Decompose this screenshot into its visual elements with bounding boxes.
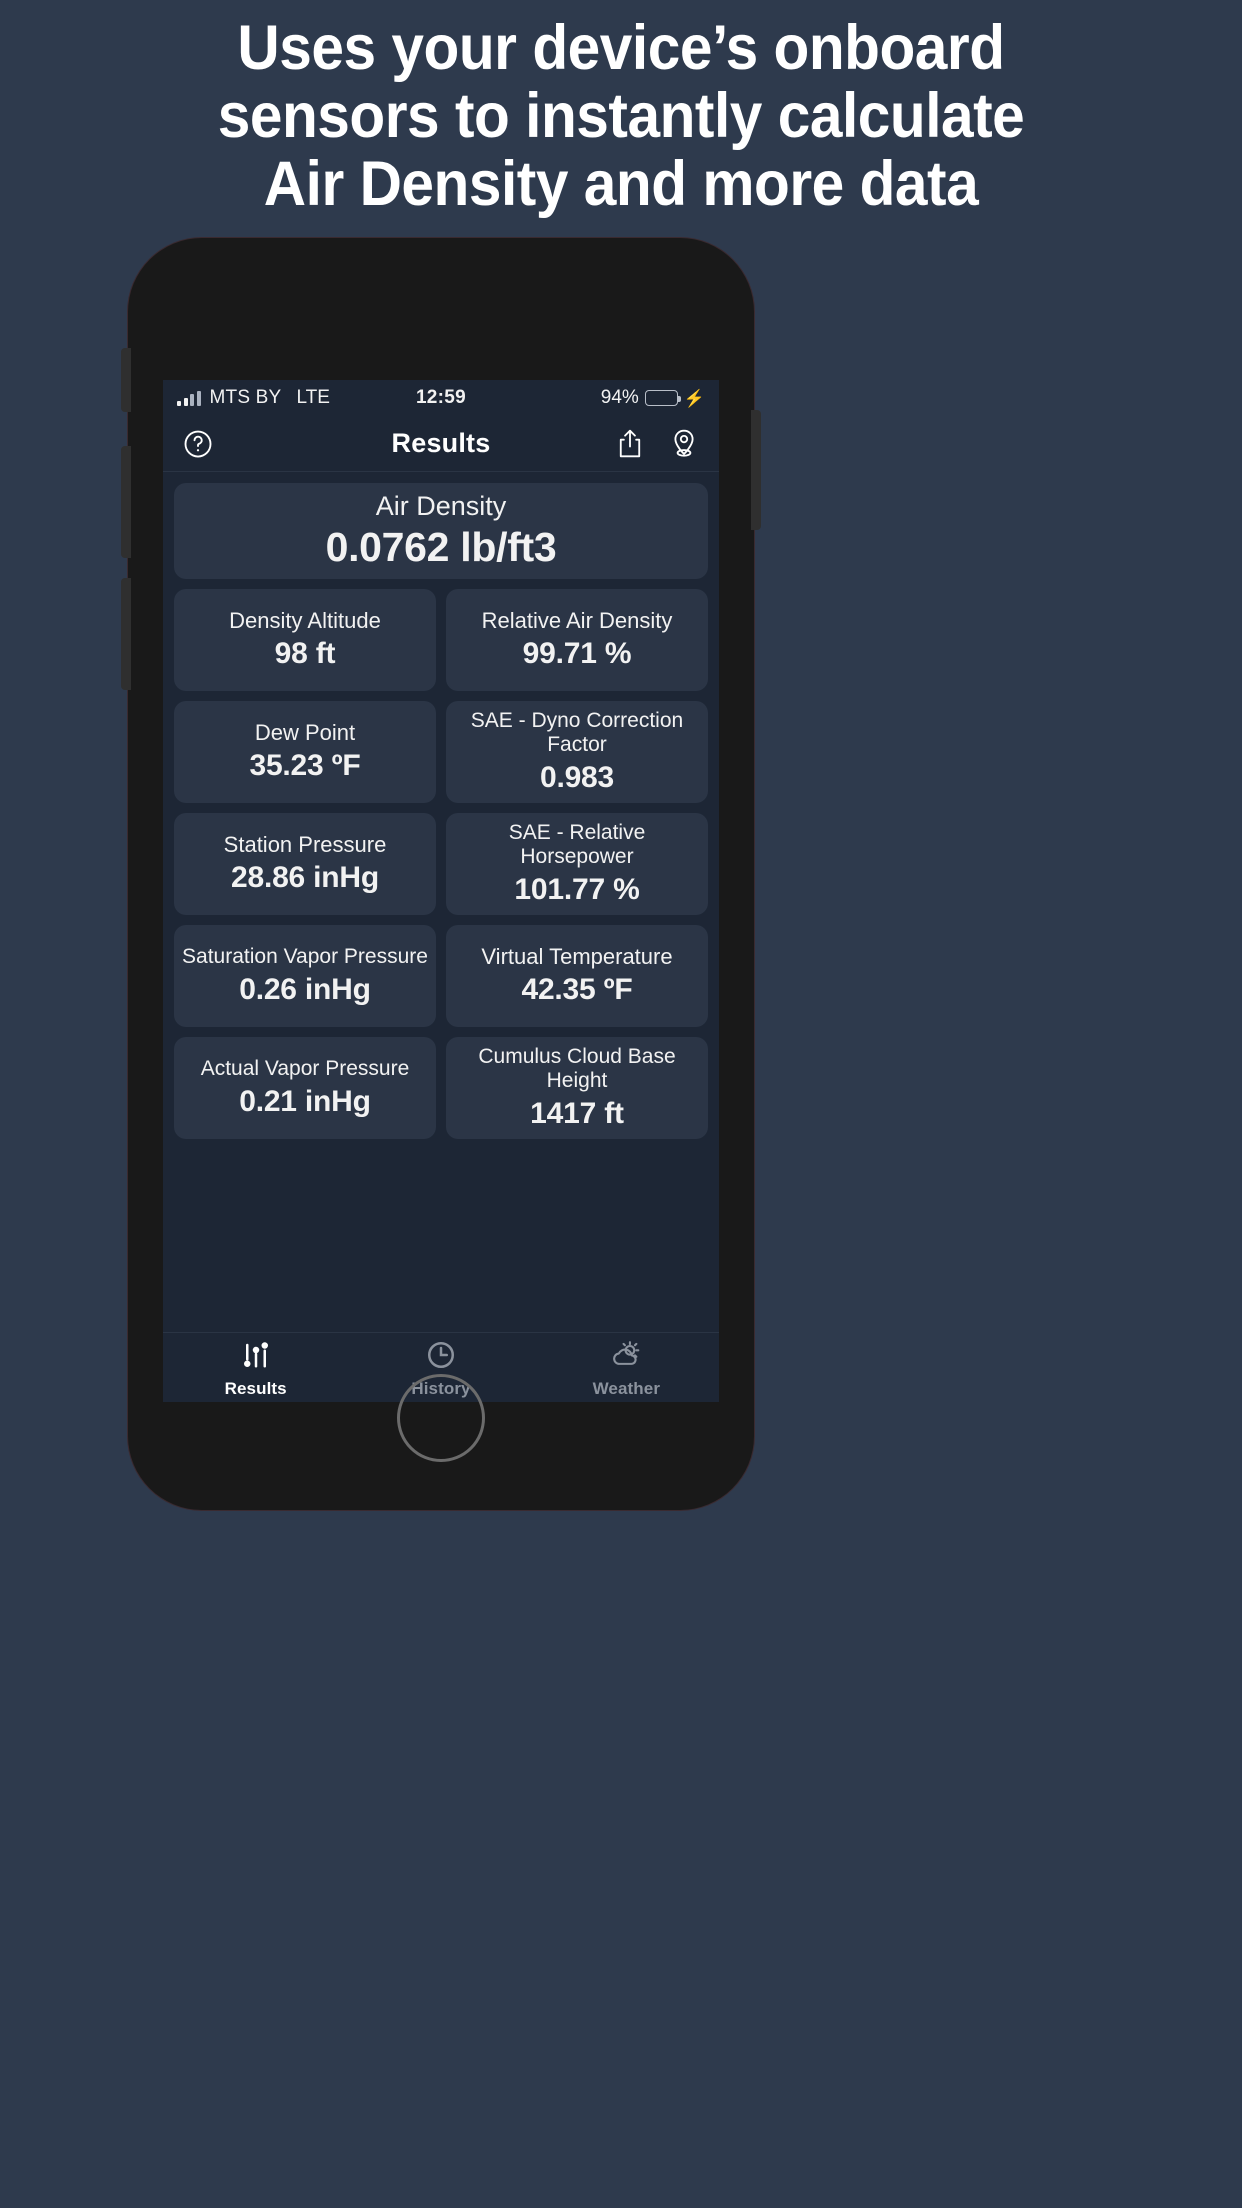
metric-label: Saturation Vapor Pressure xyxy=(182,944,428,968)
metric-label: Actual Vapor Pressure xyxy=(200,1056,410,1080)
power-button[interactable] xyxy=(751,410,761,530)
metric-label: Station Pressure xyxy=(223,832,387,857)
volume-down-button[interactable] xyxy=(121,578,131,690)
metric-label: SAE - Dyno Correction Factor xyxy=(470,708,684,756)
network-type: LTE xyxy=(296,387,330,408)
location-pin-icon[interactable] xyxy=(669,428,699,460)
promo-screenshot: Uses your device’s onboard sensors to in… xyxy=(0,0,1242,2208)
status-bar: MTS BY LTE 12:59 94% ⚡ xyxy=(163,380,719,416)
lightning-bolt-icon: ⚡ xyxy=(683,388,705,408)
metric-card-virtual-temperature[interactable]: Virtual Temperature 42.35 ºF xyxy=(446,925,708,1027)
metric-value: 35.23 ºF xyxy=(249,749,361,782)
metric-value: 101.77 % xyxy=(514,872,640,906)
metric-card-actual-vapor-pressure[interactable]: Actual Vapor Pressure 0.21 inHg xyxy=(174,1037,436,1139)
tab-weather[interactable]: Weather xyxy=(534,1333,719,1402)
battery-icon xyxy=(644,390,681,406)
metric-card-dew-point[interactable]: Dew Point 35.23 ºF xyxy=(174,701,436,803)
tab-label: Weather xyxy=(592,1379,661,1398)
metric-value: 0.26 inHg xyxy=(239,972,371,1006)
metric-value: 98 ft xyxy=(274,637,336,670)
metric-value: 1417 ft xyxy=(530,1096,624,1130)
metric-label: Cumulus Cloud Base Height xyxy=(478,1044,676,1092)
metric-label: Dew Point xyxy=(254,720,356,745)
mute-switch[interactable] xyxy=(121,348,131,412)
tab-label: Results xyxy=(224,1379,287,1398)
question-mark-circle-icon[interactable] xyxy=(183,429,213,459)
metrics-grid: Density Altitude 98 ft Relative Air Dens… xyxy=(174,589,708,1139)
metric-label: Relative Air Density xyxy=(481,608,673,633)
metric-card-saturation-vapor-pressure[interactable]: Saturation Vapor Pressure 0.26 inHg xyxy=(174,925,436,1027)
home-button[interactable] xyxy=(397,1374,485,1462)
metric-card-sae-relative-horsepower[interactable]: SAE - Relative Horsepower 101.77 % xyxy=(446,813,708,915)
air-density-value: 0.0762 lb/ft3 xyxy=(325,524,557,570)
battery-percent: 94% xyxy=(600,387,639,408)
metric-card-sae-dyno-correction-factor[interactable]: SAE - Dyno Correction Factor 0.983 xyxy=(446,701,708,803)
carrier-name: MTS BY xyxy=(209,387,282,408)
sliders-icon xyxy=(241,1340,271,1375)
metric-value: 0.983 xyxy=(539,760,615,794)
sun-cloud-icon xyxy=(610,1340,642,1375)
metric-label: Density Altitude xyxy=(229,608,381,633)
metric-value: 42.35 ºF xyxy=(521,973,633,1006)
phone-mockup: MTS BY LTE 12:59 94% ⚡ Results Air Densi… xyxy=(121,238,761,1510)
headline-line-2: sensors to instantly calculate xyxy=(217,81,1025,151)
headline: Uses your device’s onboard sensors to in… xyxy=(43,14,1198,218)
volume-up-button[interactable] xyxy=(121,446,131,558)
headline-line-3: Air Density and more data xyxy=(263,149,979,219)
metric-value: 28.86 inHg xyxy=(230,861,380,894)
metric-value: 0.21 inHg xyxy=(239,1084,371,1118)
tab-results[interactable]: Results xyxy=(163,1333,348,1402)
air-density-card[interactable]: Air Density 0.0762 lb/ft3 xyxy=(174,483,708,579)
status-bar-right: 94% ⚡ xyxy=(601,387,705,409)
status-bar-left: MTS BY LTE xyxy=(177,387,330,409)
share-icon[interactable] xyxy=(615,428,645,460)
air-density-label: Air Density xyxy=(375,491,507,521)
metric-card-station-pressure[interactable]: Station Pressure 28.86 inHg xyxy=(174,813,436,915)
metric-card-relative-air-density[interactable]: Relative Air Density 99.71 % xyxy=(446,589,708,691)
metric-label: Virtual Temperature xyxy=(481,944,673,969)
metric-card-density-altitude[interactable]: Density Altitude 98 ft xyxy=(174,589,436,691)
signal-bars-icon xyxy=(177,390,201,406)
metric-card-cumulus-cloud-base-height[interactable]: Cumulus Cloud Base Height 1417 ft xyxy=(446,1037,708,1139)
nav-bar: Results xyxy=(163,416,719,472)
clock-icon xyxy=(426,1340,456,1375)
metric-label: SAE - Relative Horsepower xyxy=(508,820,646,868)
metric-value: 99.71 % xyxy=(522,637,632,670)
phone-screen: MTS BY LTE 12:59 94% ⚡ Results Air Densi… xyxy=(163,380,719,1402)
headline-line-1: Uses your device’s onboard xyxy=(237,13,1005,83)
results-content: Air Density 0.0762 lb/ft3 Density Altitu… xyxy=(163,472,719,1139)
